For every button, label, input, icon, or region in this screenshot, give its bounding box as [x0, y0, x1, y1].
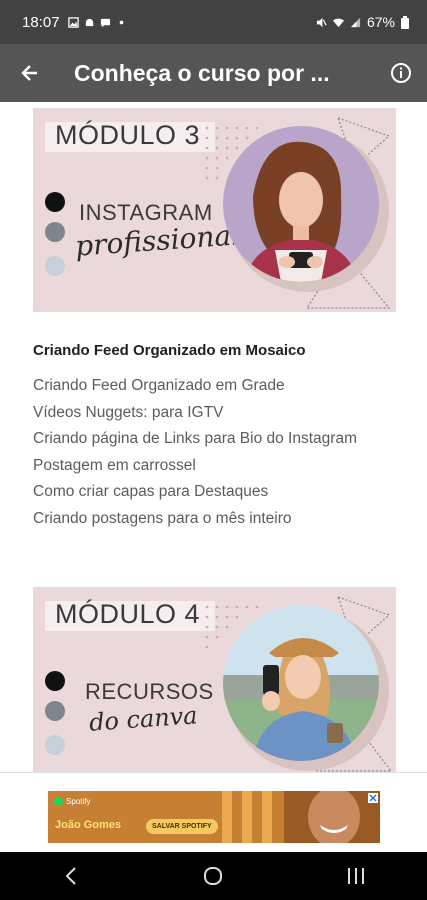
system-nav-bar	[0, 852, 427, 900]
lesson-heading: Criando Feed Organizado em Mosaico	[33, 342, 306, 359]
module-script-word: do canva	[88, 701, 199, 737]
lesson-item[interactable]: Vídeos Nuggets: para IGTV	[33, 400, 403, 427]
ad-cta-button[interactable]: SALVAR SPOTIFY	[146, 819, 218, 834]
battery-icon	[401, 15, 409, 29]
module-title: MÓDULO 3	[55, 120, 201, 150]
close-icon[interactable]	[368, 793, 378, 803]
home-nav-icon	[204, 867, 223, 885]
nav-back-button[interactable]	[41, 852, 101, 900]
recents-nav-icon	[347, 868, 364, 884]
ad-brand: Spotify	[66, 797, 91, 806]
arrow-left-icon	[21, 65, 37, 81]
signal-icon	[350, 17, 361, 27]
chat-icon	[100, 18, 110, 27]
mute-icon	[316, 17, 327, 27]
color-dot	[45, 701, 65, 721]
spotify-icon	[54, 797, 63, 806]
nav-recents-button[interactable]	[326, 852, 386, 900]
color-dot	[45, 671, 65, 691]
lesson-item[interactable]: Postagem em carrossel	[33, 453, 403, 480]
info-icon	[391, 63, 411, 83]
lesson-item[interactable]: Criando postagens para o mês inteiro	[33, 506, 403, 533]
ad-banner[interactable]: Spotify João Gomes SALVAR SPOTIFY	[48, 791, 380, 843]
color-dot	[45, 192, 65, 212]
module-card-4: MÓDULO 4 RECURSOS do canva	[33, 587, 396, 772]
android-icon	[85, 18, 93, 26]
lesson-list: Criando Feed Organizado em Mosaico Crian…	[33, 342, 403, 532]
lesson-item[interactable]: Criando página de Links para Bio do Inst…	[33, 426, 403, 453]
nav-home-button[interactable]	[183, 852, 243, 900]
module-photo	[223, 605, 379, 761]
ad-pattern	[222, 791, 272, 843]
course-content[interactable]: MÓDULO 3 INSTAGRAM profissional Criando …	[0, 102, 427, 772]
module-title: MÓDULO 4	[55, 599, 201, 629]
status-time: 18:07	[22, 13, 60, 31]
wifi-icon	[332, 18, 344, 27]
color-dot	[45, 256, 65, 276]
ad-artist: João Gomes	[55, 819, 122, 831]
back-button[interactable]	[0, 44, 60, 102]
status-bar: 18:07 67%	[0, 0, 427, 44]
ad-person-photo	[284, 791, 380, 843]
ad-area: Spotify João Gomes SALVAR SPOTIFY	[0, 772, 427, 852]
battery-percent: 67%	[366, 14, 395, 30]
back-nav-icon	[65, 867, 76, 885]
color-dot	[45, 222, 65, 242]
gallery-icon	[67, 16, 79, 28]
lesson-item[interactable]: Criando Feed Organizado em Grade	[33, 373, 403, 400]
color-dot	[45, 735, 65, 755]
module-card-3: MÓDULO 3 INSTAGRAM profissional	[33, 108, 396, 312]
info-button[interactable]	[375, 44, 427, 102]
dot-icon	[119, 20, 123, 24]
lesson-item[interactable]: Como criar capas para Destaques	[33, 479, 403, 506]
app-bar: Conheça o curso por ...	[0, 44, 427, 102]
page-title: Conheça o curso por ...	[74, 59, 330, 86]
module-photo	[223, 126, 379, 282]
